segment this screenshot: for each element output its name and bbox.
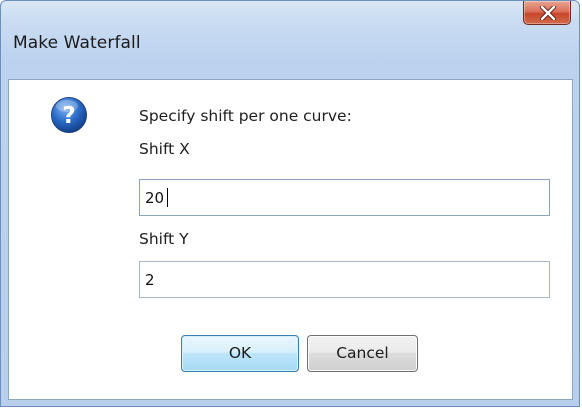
- close-icon: [540, 6, 556, 20]
- ok-button[interactable]: OK: [181, 335, 299, 372]
- svg-text:?: ?: [62, 103, 75, 129]
- dialog-body: ? Specify shift per one curve: Shift X S…: [8, 79, 573, 400]
- question-icon: ?: [51, 97, 87, 133]
- make-waterfall-dialog: Make Waterfall ? Specify shift per one c…: [0, 0, 580, 407]
- title-bar[interactable]: Make Waterfall: [1, 1, 579, 85]
- shift-y-input[interactable]: [139, 261, 550, 298]
- window-title: Make Waterfall: [13, 33, 141, 53]
- shift-y-label: Shift Y: [139, 230, 189, 248]
- shift-x-input[interactable]: [139, 179, 550, 216]
- cancel-button[interactable]: Cancel: [307, 335, 418, 372]
- shift-x-label: Shift X: [139, 140, 190, 158]
- close-button[interactable]: [523, 1, 571, 25]
- prompt-text: Specify shift per one curve:: [139, 107, 352, 125]
- text-caret: [167, 188, 168, 207]
